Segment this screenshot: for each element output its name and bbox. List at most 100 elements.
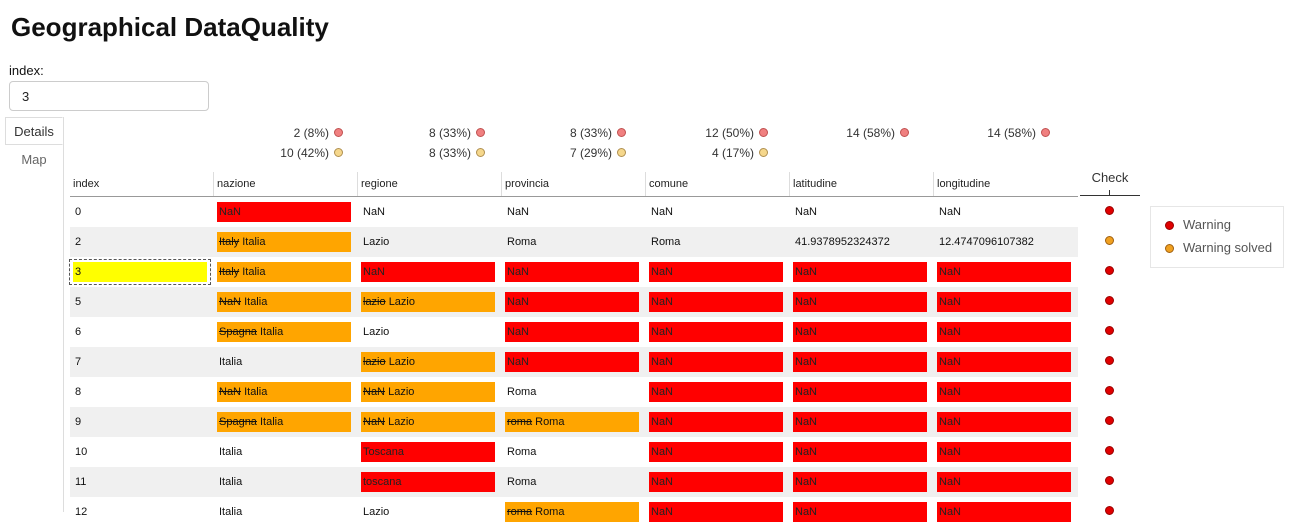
table-row[interactable]: 12 Italia Lazio roma Roma NaN NaN NaN [70,497,1078,527]
cell-longitudine[interactable]: NaN [934,497,1078,527]
table-row[interactable]: 8 NaN Italia NaN Lazio Roma NaN NaN NaN [70,377,1078,407]
cell-longitudine[interactable]: NaN [934,467,1078,497]
cell-nazione[interactable]: Italia [214,467,358,497]
cell-comune[interactable]: NaN [646,407,790,437]
index-cell[interactable]: 11 [70,467,214,497]
column-header-longitudine[interactable]: longitudine [934,172,1078,196]
table-row[interactable]: 10 Italia Toscana Roma NaN NaN NaN [70,437,1078,467]
cell-nazione[interactable]: Spagna Italia [214,317,358,347]
table-row[interactable]: 2 Italy Italia Lazio Roma Roma 41.93789523243… [70,227,1078,257]
column-header-comune[interactable]: comune [646,172,790,196]
tab-map[interactable]: Map [5,146,63,174]
cell-comune[interactable]: NaN [646,197,790,227]
table-row[interactable]: 7 Italia lazio Lazio NaN NaN NaN NaN [70,347,1078,377]
cell-longitudine[interactable]: NaN [934,287,1078,317]
cell-nazione[interactable]: Spagna Italia [214,407,358,437]
cell-latitudine[interactable]: NaN [790,317,934,347]
cell-latitudine[interactable]: NaN [790,287,934,317]
cell-provincia[interactable]: NaN [502,347,646,377]
cell-provincia[interactable]: NaN [502,257,646,287]
table-row[interactable]: 11 Italia toscana Roma NaN NaN NaN [70,467,1078,497]
cell-latitudine[interactable]: NaN [790,377,934,407]
cell-comune[interactable]: NaN [646,257,790,287]
index-cell[interactable]: 10 [70,437,214,467]
table-row[interactable]: 9 Spagna Italia NaN Lazio roma Roma NaN NaN Na… [70,407,1078,437]
cell-longitudine[interactable]: NaN [934,437,1078,467]
table-row[interactable]: 5 NaN Italia lazio Lazio NaN NaN NaN NaN [70,287,1078,317]
cell-regione[interactable]: NaN Lazio [358,377,502,407]
column-header-regione[interactable]: regione [358,172,502,196]
cell-latitudine[interactable]: NaN [790,437,934,467]
cell-latitudine[interactable]: NaN [790,497,934,527]
cell-nazione[interactable]: Italy Italia [214,227,358,257]
cell-provincia[interactable]: NaN [502,287,646,317]
cell-regione[interactable]: Lazio [358,497,502,527]
index-cell[interactable]: 2 [70,227,214,257]
cell-nazione[interactable]: NaN Italia [214,287,358,317]
cell-provincia[interactable]: NaN [502,197,646,227]
index-cell[interactable]: 8 [70,377,214,407]
cell-regione[interactable]: NaN [358,257,502,287]
cell-longitudine[interactable]: NaN [934,317,1078,347]
cell-nazione[interactable]: NaN Italia [214,377,358,407]
cell-provincia[interactable]: roma Roma [502,497,646,527]
cell-comune[interactable]: NaN [646,287,790,317]
cell-provincia[interactable]: NaN [502,317,646,347]
cell-comune[interactable]: NaN [646,497,790,527]
column-header-provincia[interactable]: provincia [502,172,646,196]
cell-longitudine[interactable]: NaN [934,347,1078,377]
cell-comune[interactable]: NaN [646,377,790,407]
index-input[interactable] [9,81,209,111]
cell-latitudine[interactable]: NaN [790,257,934,287]
cell-latitudine[interactable]: 41.9378952324372 [790,227,934,257]
tab-details[interactable]: Details [5,117,63,145]
cell-latitudine[interactable]: NaN [790,467,934,497]
index-cell[interactable]: 9 [70,407,214,437]
index-cell[interactable]: 12 [70,497,214,527]
table-row[interactable]: 3 Italy Italia NaN NaN NaN NaN NaN [69,257,1078,287]
index-cell[interactable]: 0 [70,197,214,227]
index-cell[interactable]: 3 [69,257,214,287]
index-cell[interactable]: 5 [70,287,214,317]
cell-regione[interactable]: lazio Lazio [358,347,502,377]
cell-latitudine[interactable]: NaN [790,347,934,377]
cell-provincia[interactable]: Roma [502,467,646,497]
cell-comune[interactable]: NaN [646,347,790,377]
cell-longitudine[interactable]: NaN [934,407,1078,437]
cell-regione[interactable]: toscana [358,467,502,497]
current-value: Italia [242,266,266,278]
cell-regione[interactable]: Lazio [358,317,502,347]
cell-provincia[interactable]: Roma [502,377,646,407]
cell-longitudine[interactable]: NaN [934,197,1078,227]
table-row[interactable]: 6 Spagna Italia Lazio NaN NaN NaN NaN [70,317,1078,347]
column-header-index[interactable]: index [70,172,214,196]
cell-comune[interactable]: Roma [646,227,790,257]
cell-nazione[interactable]: Italy Italia [214,257,358,287]
cell-longitudine[interactable]: NaN [934,257,1078,287]
cell-regione[interactable]: Lazio [358,227,502,257]
cell-comune[interactable]: NaN [646,437,790,467]
cell-regione[interactable]: lazio Lazio [358,287,502,317]
column-header-latitudine[interactable]: latitudine [790,172,934,196]
cell-provincia[interactable]: Roma [502,227,646,257]
cell-nazione[interactable]: Italia [214,437,358,467]
cell-regione[interactable]: NaN [358,197,502,227]
cell-latitudine[interactable]: NaN [790,407,934,437]
cell-regione[interactable]: NaN Lazio [358,407,502,437]
cell-longitudine[interactable]: 12.4747096107382 [934,227,1078,257]
cell-regione[interactable]: Toscana [358,437,502,467]
cell-provincia[interactable]: Roma [502,437,646,467]
index-cell[interactable]: 6 [70,317,214,347]
cell-nazione[interactable]: Italia [214,347,358,377]
column-header-nazione[interactable]: nazione [214,172,358,196]
cell-nazione[interactable]: Italia [214,497,358,527]
table-row[interactable]: 0 NaN NaN NaN NaN NaN NaN [70,197,1078,227]
index-cell[interactable]: 7 [70,347,214,377]
cell-nazione[interactable]: NaN [214,197,358,227]
cell-comune[interactable]: NaN [646,317,790,347]
cell-provincia[interactable]: roma Roma [502,407,646,437]
summary-count: 12 (50%) [705,125,754,140]
cell-longitudine[interactable]: NaN [934,377,1078,407]
cell-latitudine[interactable]: NaN [790,197,934,227]
cell-comune[interactable]: NaN [646,467,790,497]
